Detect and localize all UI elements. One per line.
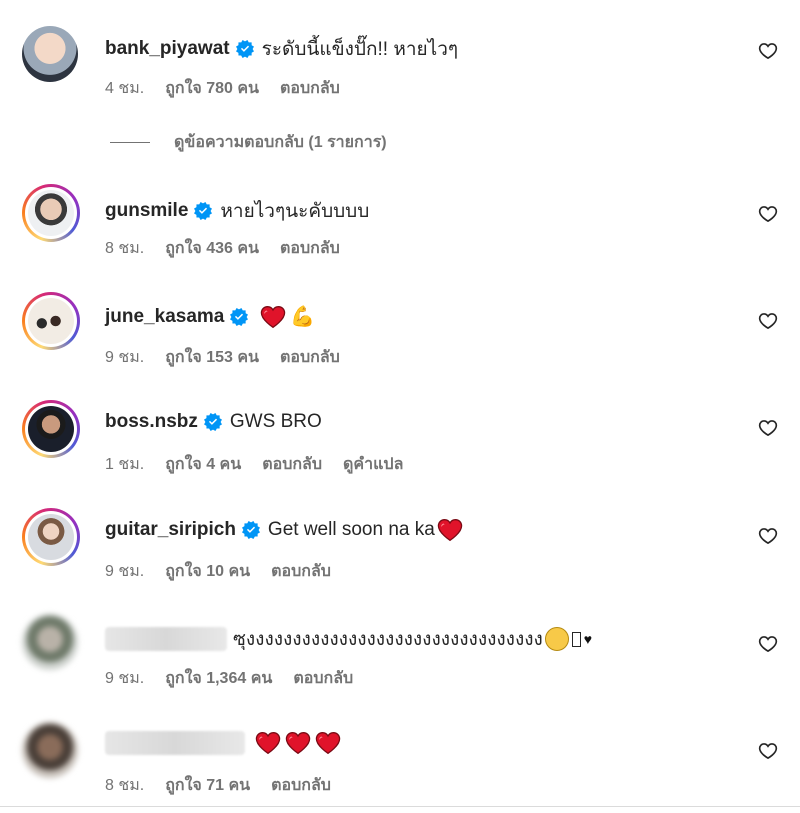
likes-count[interactable]: ถูกใจ 71 คน [165,773,250,798]
likes-count[interactable]: ถูกใจ 1,364 คน [165,666,272,691]
red-heart-emoji-icon [255,731,281,755]
divider [110,142,150,143]
username[interactable]: boss.nsbz [105,411,198,433]
translate-button[interactable]: ดูคำแปล [343,452,403,477]
likes-count[interactable]: ถูกใจ 153 คน [165,345,259,370]
blurred-username[interactable] [105,627,227,651]
comment-text: ระดับนี้แข็งปั๊ก!! หายไวๆ [261,39,459,60]
avatar[interactable] [22,722,78,778]
reply-button[interactable]: ตอบกลับ [280,236,340,261]
red-heart-emoji-icon [437,518,463,542]
username[interactable]: gunsmile [105,200,188,222]
heart-outline-icon[interactable] [757,526,779,546]
reply-button[interactable]: ตอบกลับ [262,452,322,477]
comment-time[interactable]: 9 ชม. [105,559,144,584]
comment-text: หายไวๆนะคับบบบ [220,201,370,222]
comment-time[interactable]: 8 ชม. [105,236,144,261]
username[interactable]: bank_piyawat [105,38,230,60]
avatar[interactable] [22,184,80,242]
comment-time[interactable]: 9 ชม. [105,666,144,691]
comment-time[interactable]: 9 ชม. [105,345,144,370]
verified-badge-icon [230,308,248,326]
red-heart-emoji-icon [260,305,286,329]
comment-text: Get well soon na ka [267,519,435,540]
red-heart-emoji-icon [315,731,341,755]
avatar[interactable] [22,614,78,670]
heart-outline-icon[interactable] [757,311,779,331]
avatar[interactable] [22,400,80,458]
likes-count[interactable]: ถูกใจ 4 คน [165,452,241,477]
verified-badge-icon [204,413,222,431]
reply-button[interactable]: ตอบกลับ [271,559,331,584]
username[interactable]: june_kasama [105,306,224,328]
reply-button[interactable]: ตอบกลับ [280,76,340,101]
comment-time[interactable]: 8 ชม. [105,773,144,798]
heart-outline-icon[interactable] [757,41,779,61]
flexed-biceps-emoji-icon: 💪 [290,306,316,328]
heart-outline-icon[interactable] [757,634,779,654]
red-heart-emoji-icon [285,731,311,755]
view-replies-button[interactable]: ดูข้อความตอบกลับ (1 รายการ) [110,130,387,155]
heart-outline-icon[interactable] [757,741,779,761]
reply-button[interactable]: ตอบกลับ [271,773,331,798]
reply-button[interactable]: ตอบกลับ [293,666,353,691]
verified-badge-icon [236,40,254,58]
heart-outline-icon[interactable] [757,204,779,224]
divider [0,806,800,807]
avatar[interactable] [22,508,80,566]
comment-text: GWS BRO [229,411,322,432]
heart-outline-icon[interactable] [757,418,779,438]
avatar[interactable] [22,292,80,350]
likes-count[interactable]: ถูกใจ 10 คน [165,559,250,584]
likes-count[interactable]: ถูกใจ 436 คน [165,236,259,261]
comment-text: ซุงงงงงงงงงงงงงงงงงงงงงงงงงงงงงงงง [233,629,543,650]
tired-face-emoji-icon [544,627,569,651]
verified-badge-icon [242,521,260,539]
view-replies-label: ดูข้อความตอบกลับ (1 รายการ) [174,134,387,151]
comment-time[interactable]: 1 ชม. [105,452,144,477]
comment-time[interactable]: 4 ชม. [105,76,144,101]
unsupported-glyph-icon [571,631,581,647]
verified-badge-icon [194,202,212,220]
avatar[interactable] [22,26,78,82]
black-heart-icon: ♥ [583,631,593,647]
likes-count[interactable]: ถูกใจ 780 คน [165,76,259,101]
blurred-username[interactable] [105,731,245,755]
username[interactable]: guitar_siripich [105,519,236,541]
reply-button[interactable]: ตอบกลับ [280,345,340,370]
